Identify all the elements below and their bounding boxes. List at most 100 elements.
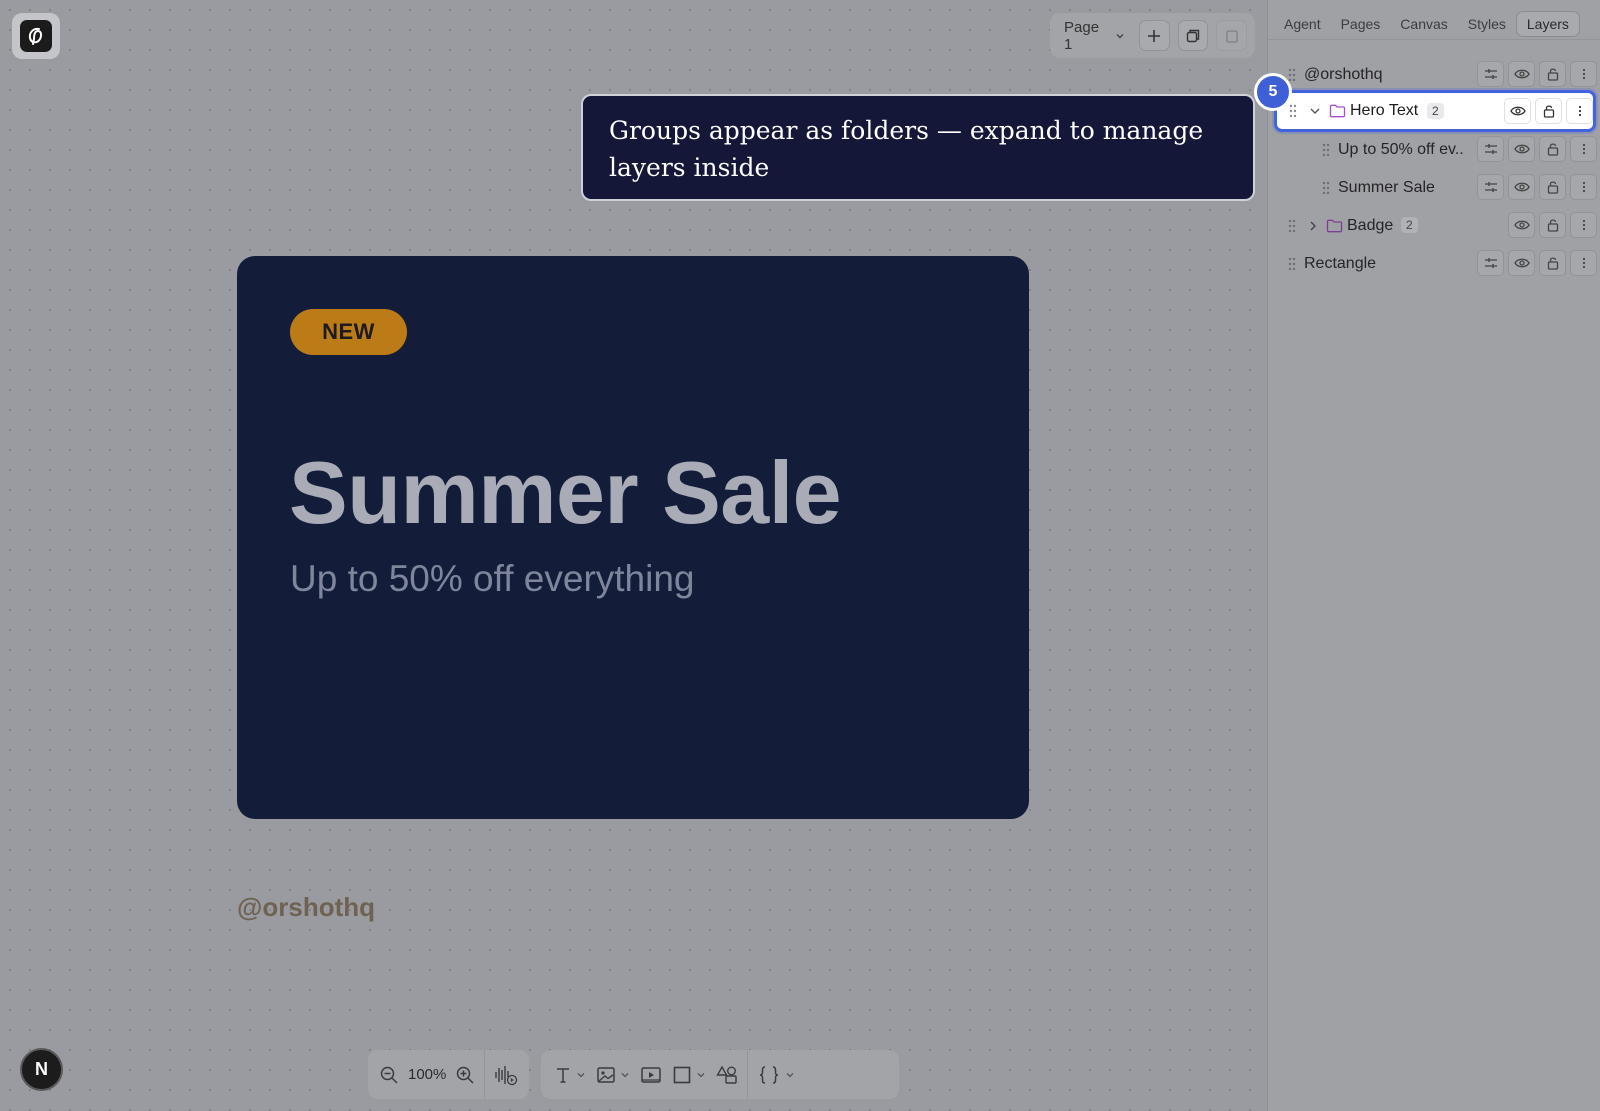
page-toolbar: Page 1	[1050, 13, 1255, 58]
add-page-button[interactable]	[1138, 20, 1170, 51]
code-braces-icon	[759, 1065, 779, 1084]
visibility-toggle[interactable]	[1508, 250, 1535, 276]
tab-canvas[interactable]: Canvas	[1390, 12, 1457, 36]
layer-label: Rectangle	[1304, 254, 1377, 272]
lock-toggle[interactable]	[1539, 212, 1566, 238]
more-vertical-icon	[1582, 219, 1585, 231]
tab-layers[interactable]: Layers	[1515, 11, 1580, 37]
eye-icon	[1509, 106, 1526, 116]
zoom-toolbar: 100%	[368, 1050, 529, 1099]
layer-row-badge[interactable]: Badge 2	[1268, 207, 1600, 244]
design-canvas[interactable]: Page 1 NEW Summer Sale Up to 50% off eve…	[0, 0, 1267, 1111]
lock-toggle[interactable]	[1539, 61, 1566, 87]
new-badge[interactable]: NEW	[290, 309, 407, 355]
drag-handle-icon[interactable]	[1322, 143, 1330, 157]
handle-text[interactable]: @orshothq	[237, 892, 375, 923]
layer-settings-button[interactable]	[1477, 250, 1504, 276]
video-tool-button[interactable]	[635, 1058, 667, 1092]
code-tool-button[interactable]	[752, 1058, 800, 1092]
lock-toggle[interactable]	[1539, 136, 1566, 162]
sliders-icon	[1484, 182, 1497, 192]
layer-settings-button[interactable]	[1477, 61, 1504, 87]
layer-more-button[interactable]	[1566, 98, 1593, 124]
layer-more-button[interactable]	[1570, 212, 1597, 238]
chevron-down-icon	[786, 1072, 794, 1077]
chevron-down-icon	[621, 1072, 629, 1077]
card-title[interactable]: Summer Sale	[289, 442, 842, 544]
unlock-icon	[1547, 143, 1558, 156]
badge-text: NEW	[322, 319, 375, 344]
page-selector[interactable]: Page 1	[1058, 18, 1131, 53]
tab-agent[interactable]: Agent	[1274, 12, 1331, 36]
drag-handle-icon[interactable]	[1288, 219, 1296, 233]
unlock-icon	[1547, 219, 1558, 232]
layer-settings-button[interactable]	[1477, 174, 1504, 200]
unlock-icon	[1543, 105, 1554, 118]
tab-styles[interactable]: Styles	[1458, 12, 1516, 36]
zoom-level[interactable]: 100%	[404, 1066, 450, 1083]
layer-settings-button[interactable]	[1477, 136, 1504, 162]
logo-icon	[28, 27, 43, 45]
layer-row-rectangle[interactable]: Rectangle	[1268, 245, 1600, 282]
child-count-badge: 2	[1401, 217, 1418, 233]
chevron-down-icon[interactable]	[1309, 105, 1321, 117]
lock-toggle[interactable]	[1539, 250, 1566, 276]
visibility-toggle[interactable]	[1508, 174, 1535, 200]
lock-toggle[interactable]	[1535, 98, 1562, 124]
layer-row-subtitle[interactable]: Up to 50% off ev...	[1268, 131, 1600, 168]
unlock-icon	[1547, 68, 1558, 81]
zoom-in-button[interactable]	[450, 1058, 480, 1092]
text-icon	[557, 1067, 569, 1083]
layer-row-summer-sale[interactable]: Summer Sale	[1268, 169, 1600, 206]
zoom-out-button[interactable]	[374, 1058, 404, 1092]
toolbar-divider	[484, 1050, 485, 1099]
plus-icon	[1148, 29, 1161, 42]
layer-label: Badge	[1347, 216, 1394, 234]
more-vertical-icon	[1582, 257, 1585, 269]
shape-tool-button[interactable]	[667, 1058, 711, 1092]
more-vertical-icon	[1582, 143, 1585, 155]
elements-tool-button[interactable]	[711, 1058, 743, 1092]
more-vertical-icon	[1578, 105, 1581, 117]
layer-more-button[interactable]	[1570, 61, 1597, 87]
text-tool-button[interactable]	[549, 1058, 591, 1092]
card-subtitle[interactable]: Up to 50% off everything	[290, 558, 695, 600]
zoom-in-icon	[457, 1066, 474, 1084]
duplicate-icon	[1186, 29, 1200, 42]
tab-pages[interactable]: Pages	[1331, 12, 1391, 36]
video-icon	[641, 1066, 661, 1083]
audio-play-button[interactable]	[489, 1058, 523, 1092]
drag-handle-icon[interactable]	[1288, 257, 1296, 271]
chevron-down-icon	[697, 1072, 705, 1077]
visibility-toggle[interactable]	[1508, 61, 1535, 87]
chevron-right-icon[interactable]	[1307, 220, 1319, 232]
eye-icon	[1513, 144, 1530, 154]
toolbar-divider	[747, 1050, 748, 1099]
visibility-toggle[interactable]	[1508, 212, 1535, 238]
summer-sale-card[interactable]: NEW Summer Sale Up to 50% off everything	[237, 256, 1029, 819]
app-logo[interactable]	[12, 13, 60, 59]
image-tool-button[interactable]	[591, 1058, 635, 1092]
layer-more-button[interactable]	[1570, 136, 1597, 162]
drag-handle-icon[interactable]	[1289, 104, 1297, 118]
step-number-badge: 5	[1254, 73, 1292, 111]
lock-toggle[interactable]	[1539, 174, 1566, 200]
layer-row-hero-text[interactable]: Hero Text 2	[1274, 90, 1596, 132]
layer-more-button[interactable]	[1570, 174, 1597, 200]
eye-icon	[1513, 182, 1530, 192]
chevron-down-icon	[577, 1072, 585, 1077]
delete-page-button[interactable]	[1216, 20, 1248, 51]
drag-handle-icon[interactable]	[1322, 181, 1330, 195]
visibility-toggle[interactable]	[1504, 98, 1531, 124]
user-avatar[interactable]: N	[20, 1048, 63, 1091]
layer-more-button[interactable]	[1570, 250, 1597, 276]
more-vertical-icon	[1582, 181, 1585, 193]
drag-handle-icon[interactable]	[1288, 68, 1296, 82]
duplicate-page-button[interactable]	[1177, 20, 1209, 51]
sliders-icon	[1484, 144, 1497, 154]
layer-row-orshothq[interactable]: @orshothq	[1268, 56, 1600, 93]
layer-label: @orshothq	[1304, 65, 1383, 83]
page-selector-label: Page 1	[1064, 18, 1100, 53]
child-count-badge: 2	[1427, 103, 1444, 119]
visibility-toggle[interactable]	[1508, 136, 1535, 162]
